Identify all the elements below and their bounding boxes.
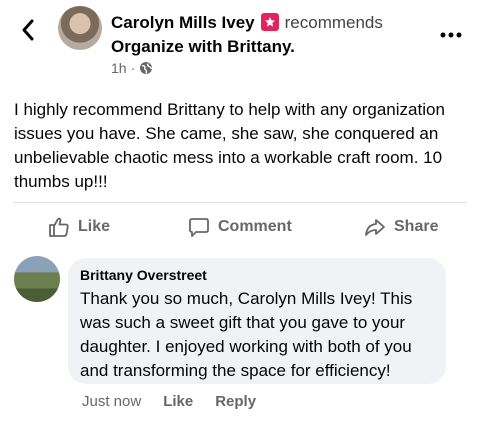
post-text: I highly recommend Brittany to help with… <box>14 100 445 191</box>
comment-actions: Just now Like Reply <box>82 393 256 410</box>
comment-label: Comment <box>218 218 292 235</box>
more-dots-icon <box>440 32 462 38</box>
globe-icon <box>140 62 153 74</box>
comment-time: Just now <box>82 393 142 410</box>
like-button[interactable]: Like <box>48 214 110 240</box>
recommendation-star-icon <box>260 13 279 31</box>
chevron-left-icon <box>22 19 34 41</box>
post-time[interactable]: 1h <box>111 60 127 76</box>
comment-like-button[interactable]: Like <box>163 393 193 410</box>
author-avatar[interactable] <box>58 6 102 50</box>
thumbs-up-icon <box>49 217 69 237</box>
post-header-line: Carolyn Mills Ivey recommends <box>111 12 383 34</box>
divider <box>14 202 466 203</box>
speech-bubble-icon <box>189 218 209 237</box>
author-name[interactable]: Carolyn Mills Ivey <box>111 13 255 32</box>
recommends-label: recommends <box>284 13 383 32</box>
back-button[interactable] <box>16 14 40 46</box>
meta-separator: · <box>130 60 136 76</box>
more-options-button[interactable] <box>440 18 462 44</box>
comment-reply-button[interactable]: Reply <box>215 393 256 410</box>
commenter-avatar[interactable] <box>14 256 60 302</box>
comment-text: Thank you so much, Carolyn Mills Ivey! T… <box>80 289 413 380</box>
post-meta: 1h · <box>111 60 153 76</box>
share-arrow-icon <box>365 219 385 236</box>
share-label: Share <box>394 218 439 235</box>
page-name-link[interactable]: Organize with Brittany. <box>111 36 295 58</box>
comment-button[interactable]: Comment <box>188 214 292 240</box>
like-label: Like <box>78 218 111 235</box>
share-button[interactable]: Share <box>364 214 438 240</box>
comment-author[interactable]: Brittany Overstreet <box>80 266 207 284</box>
